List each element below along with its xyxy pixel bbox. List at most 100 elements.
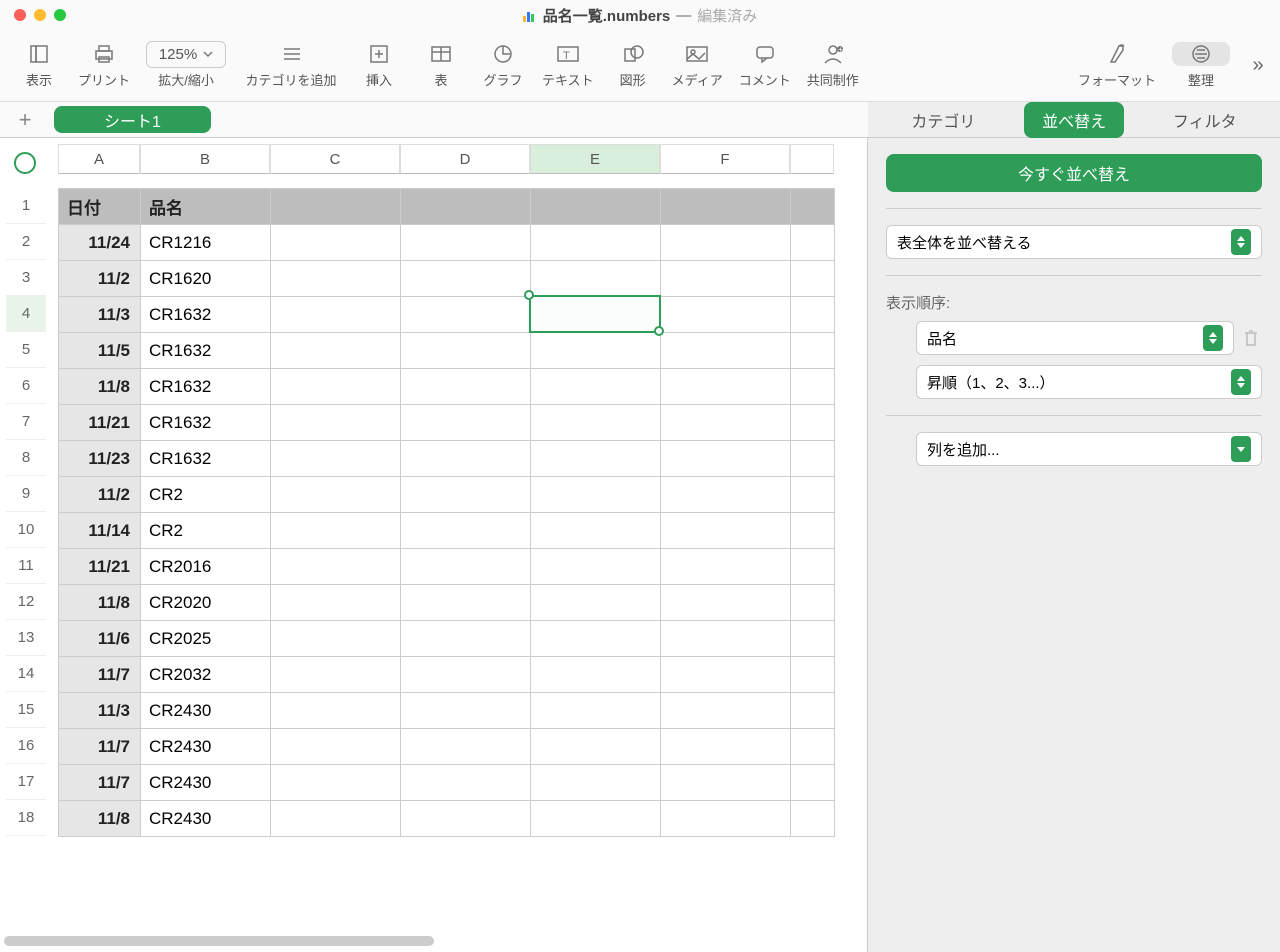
column-header[interactable]: F xyxy=(660,144,790,174)
data-cell[interactable] xyxy=(791,297,835,333)
sheet-tab[interactable]: シート1 xyxy=(54,106,211,133)
data-cell[interactable] xyxy=(531,657,661,693)
sort-direction-select[interactable]: 昇順（1、2、3...） xyxy=(916,365,1262,399)
data-cell[interactable] xyxy=(401,801,531,837)
data-cell[interactable]: 11/7 xyxy=(59,729,141,765)
column-header[interactable]: C xyxy=(270,144,400,174)
data-cell[interactable] xyxy=(791,477,835,513)
column-headers[interactable]: ABCDEF xyxy=(58,144,834,174)
data-cell[interactable]: 11/23 xyxy=(59,441,141,477)
row-header[interactable]: 8 xyxy=(6,440,46,476)
row-header[interactable]: 18 xyxy=(6,800,46,836)
row-header[interactable]: 13 xyxy=(6,620,46,656)
data-cell[interactable]: 11/14 xyxy=(59,513,141,549)
data-cell[interactable]: CR2025 xyxy=(141,621,271,657)
data-cell[interactable] xyxy=(271,657,401,693)
horizontal-scrollbar[interactable] xyxy=(4,936,434,946)
column-header[interactable]: A xyxy=(58,144,140,174)
data-cell[interactable] xyxy=(401,405,531,441)
data-cell[interactable] xyxy=(661,657,791,693)
table-select-handle[interactable] xyxy=(14,152,36,174)
data-cell[interactable] xyxy=(531,801,661,837)
column-header[interactable]: E xyxy=(530,144,660,174)
row-header[interactable]: 14 xyxy=(6,656,46,692)
data-cell[interactable] xyxy=(661,369,791,405)
data-cell[interactable] xyxy=(791,657,835,693)
data-cell[interactable] xyxy=(401,621,531,657)
data-cell[interactable] xyxy=(401,477,531,513)
data-cell[interactable] xyxy=(661,261,791,297)
data-cell[interactable] xyxy=(531,333,661,369)
data-cell[interactable]: 11/8 xyxy=(59,369,141,405)
row-header[interactable]: 5 xyxy=(6,332,46,368)
data-cell[interactable] xyxy=(401,549,531,585)
header-cell[interactable] xyxy=(791,189,835,225)
data-cell[interactable]: CR2430 xyxy=(141,801,271,837)
data-cell[interactable] xyxy=(791,549,835,585)
insert-button[interactable]: 挿入 xyxy=(350,36,408,96)
row-header[interactable]: 9 xyxy=(6,476,46,512)
data-cell[interactable]: 11/5 xyxy=(59,333,141,369)
data-cell[interactable] xyxy=(531,441,661,477)
data-cell[interactable] xyxy=(791,261,835,297)
data-cell[interactable] xyxy=(531,621,661,657)
data-cell[interactable]: 11/21 xyxy=(59,549,141,585)
data-cell[interactable] xyxy=(791,729,835,765)
zoom-button[interactable]: 125%拡大/縮小 xyxy=(140,36,232,96)
data-cell[interactable] xyxy=(401,765,531,801)
data-cell[interactable]: CR1632 xyxy=(141,405,271,441)
data-cell[interactable] xyxy=(271,549,401,585)
data-cell[interactable] xyxy=(661,801,791,837)
add-sort-column-select[interactable]: 列を追加... xyxy=(916,432,1262,466)
data-cell[interactable] xyxy=(271,441,401,477)
data-cell[interactable] xyxy=(791,225,835,261)
add-category-button[interactable]: カテゴリを追加 xyxy=(236,36,346,96)
data-cell[interactable]: 11/3 xyxy=(59,693,141,729)
data-cell[interactable] xyxy=(401,297,531,333)
data-cell[interactable]: CR1632 xyxy=(141,441,271,477)
shape-button[interactable]: 図形 xyxy=(604,36,662,96)
sort-column-select[interactable]: 品名 xyxy=(916,321,1234,355)
row-header[interactable]: 10 xyxy=(6,512,46,548)
data-cell[interactable] xyxy=(791,693,835,729)
data-cell[interactable]: 11/7 xyxy=(59,657,141,693)
data-cell[interactable]: CR2430 xyxy=(141,693,271,729)
data-cell[interactable] xyxy=(271,693,401,729)
data-cell[interactable] xyxy=(791,441,835,477)
media-button[interactable]: メディア xyxy=(666,36,729,96)
view-button[interactable]: 表示 xyxy=(10,36,68,96)
data-cell[interactable]: CR2 xyxy=(141,477,271,513)
data-cell[interactable]: CR2016 xyxy=(141,549,271,585)
row-header[interactable]: 15 xyxy=(6,692,46,728)
print-button[interactable]: プリント xyxy=(72,36,136,96)
row-header[interactable]: 2 xyxy=(6,224,46,260)
data-cell[interactable]: 11/6 xyxy=(59,621,141,657)
data-cell[interactable] xyxy=(661,513,791,549)
data-cell[interactable] xyxy=(401,657,531,693)
inspector-tab-category[interactable]: カテゴリ xyxy=(893,102,993,138)
data-cell[interactable] xyxy=(271,369,401,405)
data-cell[interactable] xyxy=(531,369,661,405)
data-cell[interactable]: 11/8 xyxy=(59,585,141,621)
data-cell[interactable] xyxy=(661,225,791,261)
data-cell[interactable]: CR1632 xyxy=(141,369,271,405)
data-cell[interactable] xyxy=(661,333,791,369)
data-cell[interactable]: CR1216 xyxy=(141,225,271,261)
data-cell[interactable] xyxy=(531,549,661,585)
data-cell[interactable] xyxy=(401,513,531,549)
row-header[interactable]: 17 xyxy=(6,764,46,800)
data-cell[interactable]: CR1632 xyxy=(141,297,271,333)
data-cell[interactable] xyxy=(661,549,791,585)
data-cell[interactable] xyxy=(661,765,791,801)
data-cell[interactable] xyxy=(661,729,791,765)
row-header[interactable]: 11 xyxy=(6,548,46,584)
row-header[interactable]: 6 xyxy=(6,368,46,404)
data-cell[interactable]: 11/24 xyxy=(59,225,141,261)
trash-icon[interactable] xyxy=(1242,328,1262,348)
data-cell[interactable] xyxy=(791,621,835,657)
inspector-tab-filter[interactable]: フィルタ xyxy=(1155,102,1255,138)
row-header[interactable]: 4 xyxy=(6,296,46,332)
column-header[interactable]: B xyxy=(140,144,270,174)
toolbar-overflow[interactable]: » xyxy=(1246,54,1270,77)
data-cell[interactable] xyxy=(531,405,661,441)
